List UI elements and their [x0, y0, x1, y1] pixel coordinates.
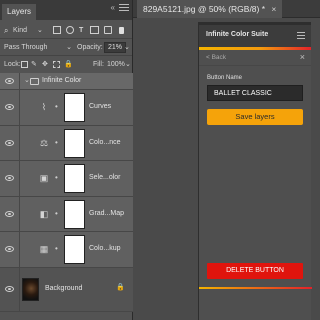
- layer-name: Grad...Map: [89, 209, 125, 217]
- lock-icon: 🔒: [116, 283, 125, 291]
- blend-mode-value: Pass Through: [4, 44, 48, 51]
- chevron-down-icon: ⌄: [36, 27, 43, 34]
- group-name: Infinite Color: [42, 77, 82, 84]
- button-name-input[interactable]: [207, 85, 303, 101]
- curves-icon: ⌇: [41, 102, 47, 113]
- layer-row-color-lookup[interactable]: ▦ • Colo...kup: [0, 232, 133, 268]
- lock-label: Lock:: [4, 61, 21, 68]
- lock-all-icon[interactable]: 🔒: [64, 58, 73, 72]
- filter-toggle[interactable]: [119, 27, 124, 34]
- visibility-eye-icon[interactable]: [5, 246, 14, 253]
- close-icon[interactable]: ×: [271, 4, 276, 14]
- search-icon: ⌕: [4, 26, 9, 35]
- folder-icon: [30, 78, 39, 85]
- opacity-input[interactable]: 21%: [104, 42, 127, 53]
- visibility-eye-icon[interactable]: [5, 286, 14, 292]
- opacity-dropdown-icon[interactable]: ⌄: [124, 41, 130, 55]
- layer-row-selective-color[interactable]: ▣ • Sele...olor: [0, 161, 133, 197]
- fill-label: Fill:: [93, 61, 104, 68]
- lock-artboard-icon[interactable]: [53, 61, 60, 68]
- layer-mask-thumbnail[interactable]: [64, 93, 85, 122]
- link-icon[interactable]: •: [55, 102, 59, 112]
- blend-mode-select[interactable]: Pass Through ⌄: [4, 41, 74, 55]
- panel-menu-icon[interactable]: [297, 32, 305, 41]
- fill-dropdown-icon[interactable]: ⌄: [125, 58, 131, 72]
- layers-panel: Layers « ⌕ Kind ⌄ T Pass Through ⌄ Opaci…: [0, 0, 133, 320]
- background-thumbnail[interactable]: [22, 277, 39, 301]
- gradient-map-icon: ◧: [39, 208, 49, 219]
- link-icon[interactable]: •: [55, 138, 59, 148]
- filter-type-icon[interactable]: T: [79, 24, 83, 38]
- layer-row-background[interactable]: Background 🔒: [0, 267, 133, 312]
- layer-name: Colo...kup: [89, 245, 121, 253]
- visibility-eye-icon[interactable]: [5, 210, 14, 217]
- chevron-down-icon: ⌄: [66, 44, 72, 51]
- panel-menu-icon[interactable]: [119, 4, 129, 14]
- document-tab[interactable]: 829A5121.jpg @ 50% (RGB/8) * ×: [137, 0, 283, 18]
- color-balance-icon: ⚖: [39, 137, 49, 148]
- layer-group-row[interactable]: ⌄ Infinite Color: [0, 73, 133, 90]
- filter-kind-select[interactable]: Kind ⌄: [13, 24, 43, 38]
- button-name-label: Button Name: [207, 75, 243, 81]
- layer-name: Background: [45, 285, 83, 292]
- selective-color-icon: ▣: [39, 173, 49, 184]
- fill-input[interactable]: 100%: [107, 58, 125, 72]
- filter-shape-icon[interactable]: [90, 26, 99, 34]
- lock-paint-icon[interactable]: ✎: [31, 58, 37, 72]
- link-icon[interactable]: •: [55, 244, 59, 254]
- close-icon[interactable]: ×: [300, 52, 305, 62]
- layer-name: Sele...olor: [89, 174, 121, 182]
- lock-pixels-icon[interactable]: [21, 61, 28, 68]
- document-tab-title: 829A5121.jpg @ 50% (RGB/8) *: [143, 4, 266, 14]
- visibility-eye-icon[interactable]: [5, 78, 14, 84]
- back-bar: < Back ×: [199, 50, 311, 66]
- layer-mask-thumbnail[interactable]: [64, 199, 85, 229]
- layer-row-curves[interactable]: ⌇ • Curves: [0, 90, 133, 126]
- tab-layers[interactable]: Layers: [2, 4, 37, 20]
- layer-mask-thumbnail[interactable]: [64, 235, 85, 264]
- layer-name: Curves: [89, 103, 112, 111]
- blend-row: Pass Through ⌄ Opacity: 21% ⌄: [0, 41, 132, 55]
- layer-list: ⌄ Infinite Color ⌇ • Curves ⚖ • Colo...n…: [0, 73, 133, 312]
- layers-panel-header: Layers «: [0, 0, 132, 20]
- plugin-panel: Infinite Color Suite < Back × Button Nam…: [198, 25, 312, 320]
- layer-mask-thumbnail[interactable]: [64, 164, 85, 193]
- layer-row-color-balance[interactable]: ⚖ • Colo...nce: [0, 125, 133, 161]
- accent-gradient-bar-bottom: [199, 287, 312, 289]
- layer-row-gradient-map[interactable]: ◧ • Grad...Map: [0, 196, 133, 232]
- layer-mask-thumbnail[interactable]: [64, 128, 85, 158]
- plugin-title-bar: Infinite Color Suite: [199, 25, 311, 47]
- visibility-eye-icon[interactable]: [5, 175, 14, 182]
- collapse-icon[interactable]: «: [111, 3, 115, 12]
- chevron-down-icon[interactable]: ⌄: [24, 76, 30, 84]
- layer-name: Colo...nce: [89, 138, 121, 146]
- filter-smart-object-icon[interactable]: [104, 26, 112, 34]
- plugin-title: Infinite Color Suite: [206, 31, 269, 38]
- filter-kind-label: Kind: [13, 27, 28, 34]
- filter-adjustment-icon[interactable]: [66, 26, 74, 34]
- opacity-label: Opacity:: [77, 44, 103, 51]
- color-lookup-icon: ▦: [39, 244, 49, 255]
- save-layers-button[interactable]: Save layers: [207, 109, 303, 125]
- filter-row: ⌕ Kind ⌄ T: [0, 24, 132, 38]
- link-icon[interactable]: •: [55, 209, 59, 219]
- link-icon[interactable]: •: [55, 173, 59, 183]
- filter-pixel-icon[interactable]: [53, 26, 61, 34]
- visibility-eye-icon[interactable]: [5, 139, 14, 146]
- visibility-eye-icon[interactable]: [5, 104, 14, 111]
- delete-button[interactable]: DELETE BUTTON: [207, 263, 303, 279]
- lock-row: Lock: ✎ ✥ 🔒 Fill: 100% ⌄: [0, 58, 132, 72]
- lock-position-icon[interactable]: ✥: [42, 58, 48, 72]
- back-link[interactable]: < Back: [206, 54, 226, 61]
